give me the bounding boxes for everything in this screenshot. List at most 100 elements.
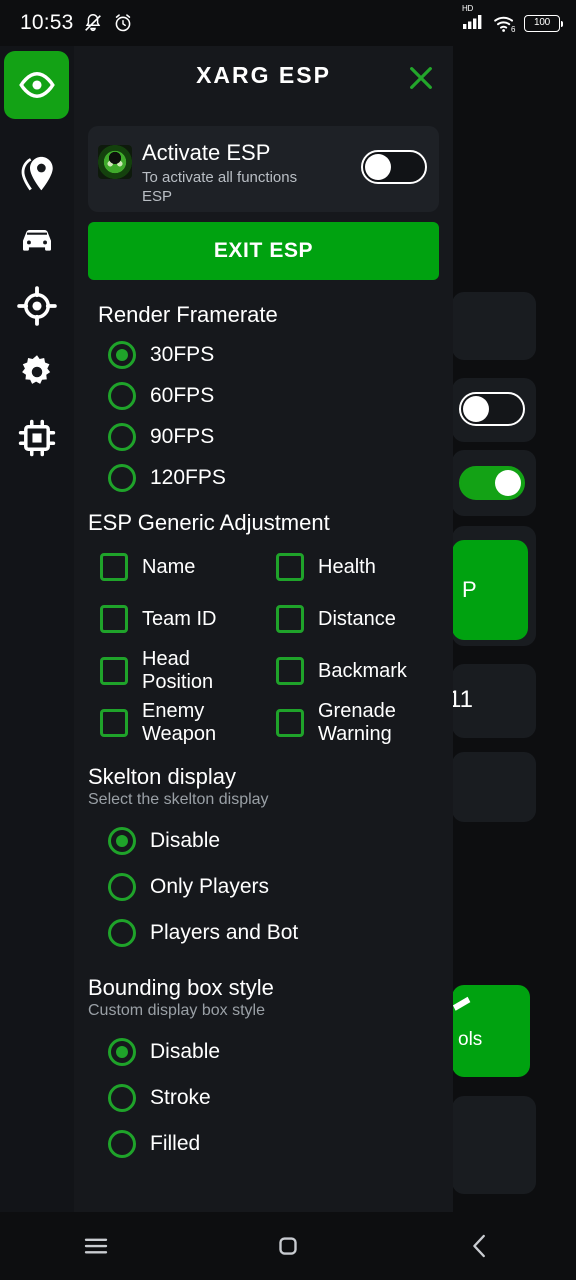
radio-indicator xyxy=(108,341,136,369)
checkbox-indicator xyxy=(276,657,304,685)
radio-label: 120FPS xyxy=(150,466,226,489)
bg-card xyxy=(452,752,536,822)
checkbox-head-position[interactable]: Head Position xyxy=(100,648,276,694)
radio-option-box-disable[interactable]: Disable xyxy=(108,1038,439,1066)
bg-toggle-off[interactable] xyxy=(459,392,525,426)
crosshair-icon xyxy=(17,286,57,326)
esp-generic-adjustment-group: Name Health Team ID Distance Head Positi… xyxy=(100,544,439,746)
render-framerate-title: Render Framerate xyxy=(98,302,278,327)
radio-option-30fps[interactable]: 30FPS xyxy=(108,341,439,369)
status-time: 10:53 xyxy=(20,11,74,34)
sidebar-item-location[interactable] xyxy=(13,150,61,198)
bg-toggle-on[interactable] xyxy=(459,466,525,500)
radio-label: Players and Bot xyxy=(150,921,299,944)
checkbox-label: Team ID xyxy=(142,607,217,630)
radio-option-90fps[interactable]: 90FPS xyxy=(108,423,439,451)
radio-option-120fps[interactable]: 120FPS xyxy=(108,464,439,492)
network-type-label: HD xyxy=(462,3,473,13)
bg-card xyxy=(452,292,536,360)
checkbox-distance[interactable]: Distance xyxy=(276,596,439,642)
radio-option-box-filled[interactable]: Filled xyxy=(108,1130,439,1158)
radio-label: 90FPS xyxy=(150,425,215,448)
radio-label: Stroke xyxy=(150,1086,211,1109)
bg-green-button[interactable]: P xyxy=(452,540,528,640)
checkbox-enemy-weapon[interactable]: Enemy Weapon xyxy=(100,700,276,746)
activate-esp-subtitle: To activate all functions ESP xyxy=(142,169,298,205)
checkbox-indicator xyxy=(276,709,304,737)
radio-indicator xyxy=(108,464,136,492)
nav-recents-button[interactable] xyxy=(61,1221,131,1271)
radio-label: Disable xyxy=(150,1040,221,1063)
gear-icon xyxy=(22,355,51,384)
checkbox-indicator xyxy=(100,605,128,633)
nav-home-button[interactable] xyxy=(253,1221,323,1271)
checkbox-label: Grenade Warning xyxy=(318,700,396,745)
sidebar-item-aim[interactable] xyxy=(13,282,61,330)
bg-card xyxy=(452,1096,536,1194)
nav-back-button[interactable] xyxy=(445,1221,515,1271)
radio-indicator xyxy=(108,1130,136,1158)
home-square-icon xyxy=(279,1237,297,1255)
checkbox-team-id[interactable]: Team ID xyxy=(100,596,276,642)
radio-indicator xyxy=(108,1038,136,1066)
esp-overlay-panel: XARG ESP Activate ESP To activate all fu… xyxy=(74,46,453,1212)
checkbox-name[interactable]: Name xyxy=(100,544,276,590)
activate-esp-toggle[interactable] xyxy=(361,150,427,184)
radio-option-skeleton-players-and-bot[interactable]: Players and Bot xyxy=(108,919,439,947)
checkbox-grenade-warning[interactable]: Grenade Warning xyxy=(276,700,439,746)
checkbox-indicator xyxy=(276,605,304,633)
checkbox-health[interactable]: Health xyxy=(276,544,439,590)
esp-eye-button[interactable] xyxy=(4,51,69,119)
settings-scroll-area[interactable]: Activate ESP To activate all functions E… xyxy=(74,112,453,1212)
cellular-signal-icon: HD xyxy=(462,4,486,35)
sidebar-item-settings[interactable] xyxy=(13,348,61,396)
radio-indicator xyxy=(108,919,136,947)
checkbox-indicator xyxy=(100,709,128,737)
esp-generic-adjustment-title: ESP Generic Adjustment xyxy=(88,510,330,535)
checkbox-label: Head Position xyxy=(142,648,214,693)
radio-option-skeleton-only-players[interactable]: Only Players xyxy=(108,873,439,901)
checkbox-label: Enemy Weapon xyxy=(142,700,217,745)
menu-icon xyxy=(84,1238,108,1254)
radio-option-60fps[interactable]: 60FPS xyxy=(108,382,439,410)
checkbox-label: Distance xyxy=(318,607,396,630)
page-title: XARG ESP xyxy=(196,62,331,88)
close-icon xyxy=(410,67,432,89)
radio-label: 30FPS xyxy=(150,343,215,366)
checkbox-indicator xyxy=(100,553,128,581)
radio-indicator xyxy=(108,423,136,451)
bg-green-button-label: P xyxy=(462,577,477,602)
android-nav-bar xyxy=(0,1212,576,1280)
skeleton-display-group: Disable Only Players Players and Bot xyxy=(98,827,439,947)
location-pin-icon xyxy=(21,156,53,191)
radio-label: Only Players xyxy=(150,875,270,898)
alarm-clock-icon xyxy=(115,14,130,32)
radio-indicator xyxy=(108,382,136,410)
activate-esp-title: Activate ESP xyxy=(142,140,271,165)
checkbox-label: Health xyxy=(318,555,376,578)
bg-tile-label: ols xyxy=(458,1029,483,1050)
battery-indicator: 100 xyxy=(524,14,563,32)
checkbox-label: Backmark xyxy=(318,659,407,682)
close-button[interactable] xyxy=(403,60,439,96)
exit-esp-button[interactable]: EXIT ESP xyxy=(88,222,439,280)
bounding-box-style-group: Disable Stroke Filled xyxy=(98,1038,439,1158)
sidebar-item-memory[interactable] xyxy=(13,414,61,462)
svg-text:6: 6 xyxy=(511,25,516,33)
radio-option-box-stroke[interactable]: Stroke xyxy=(108,1084,439,1112)
radio-label: 60FPS xyxy=(150,384,215,407)
radio-indicator xyxy=(108,1084,136,1112)
chevron-left-icon xyxy=(473,1234,485,1258)
skeleton-display-title: Skelton display xyxy=(88,764,236,789)
skeleton-display-subtitle: Select the skelton display xyxy=(88,791,269,808)
radio-option-skeleton-disable[interactable]: Disable xyxy=(108,827,439,855)
checkbox-backmark[interactable]: Backmark xyxy=(276,648,439,694)
radio-indicator xyxy=(108,873,136,901)
bg-tools-tile[interactable]: ols xyxy=(452,985,530,1077)
bell-mute-icon xyxy=(84,14,101,32)
checkbox-indicator xyxy=(100,657,128,685)
sidebar-item-vehicle[interactable] xyxy=(13,216,61,264)
wifi-6-icon: 6 xyxy=(494,16,516,33)
chip-icon xyxy=(18,419,56,457)
activate-esp-card[interactable]: Activate ESP To activate all functions E… xyxy=(88,126,439,212)
